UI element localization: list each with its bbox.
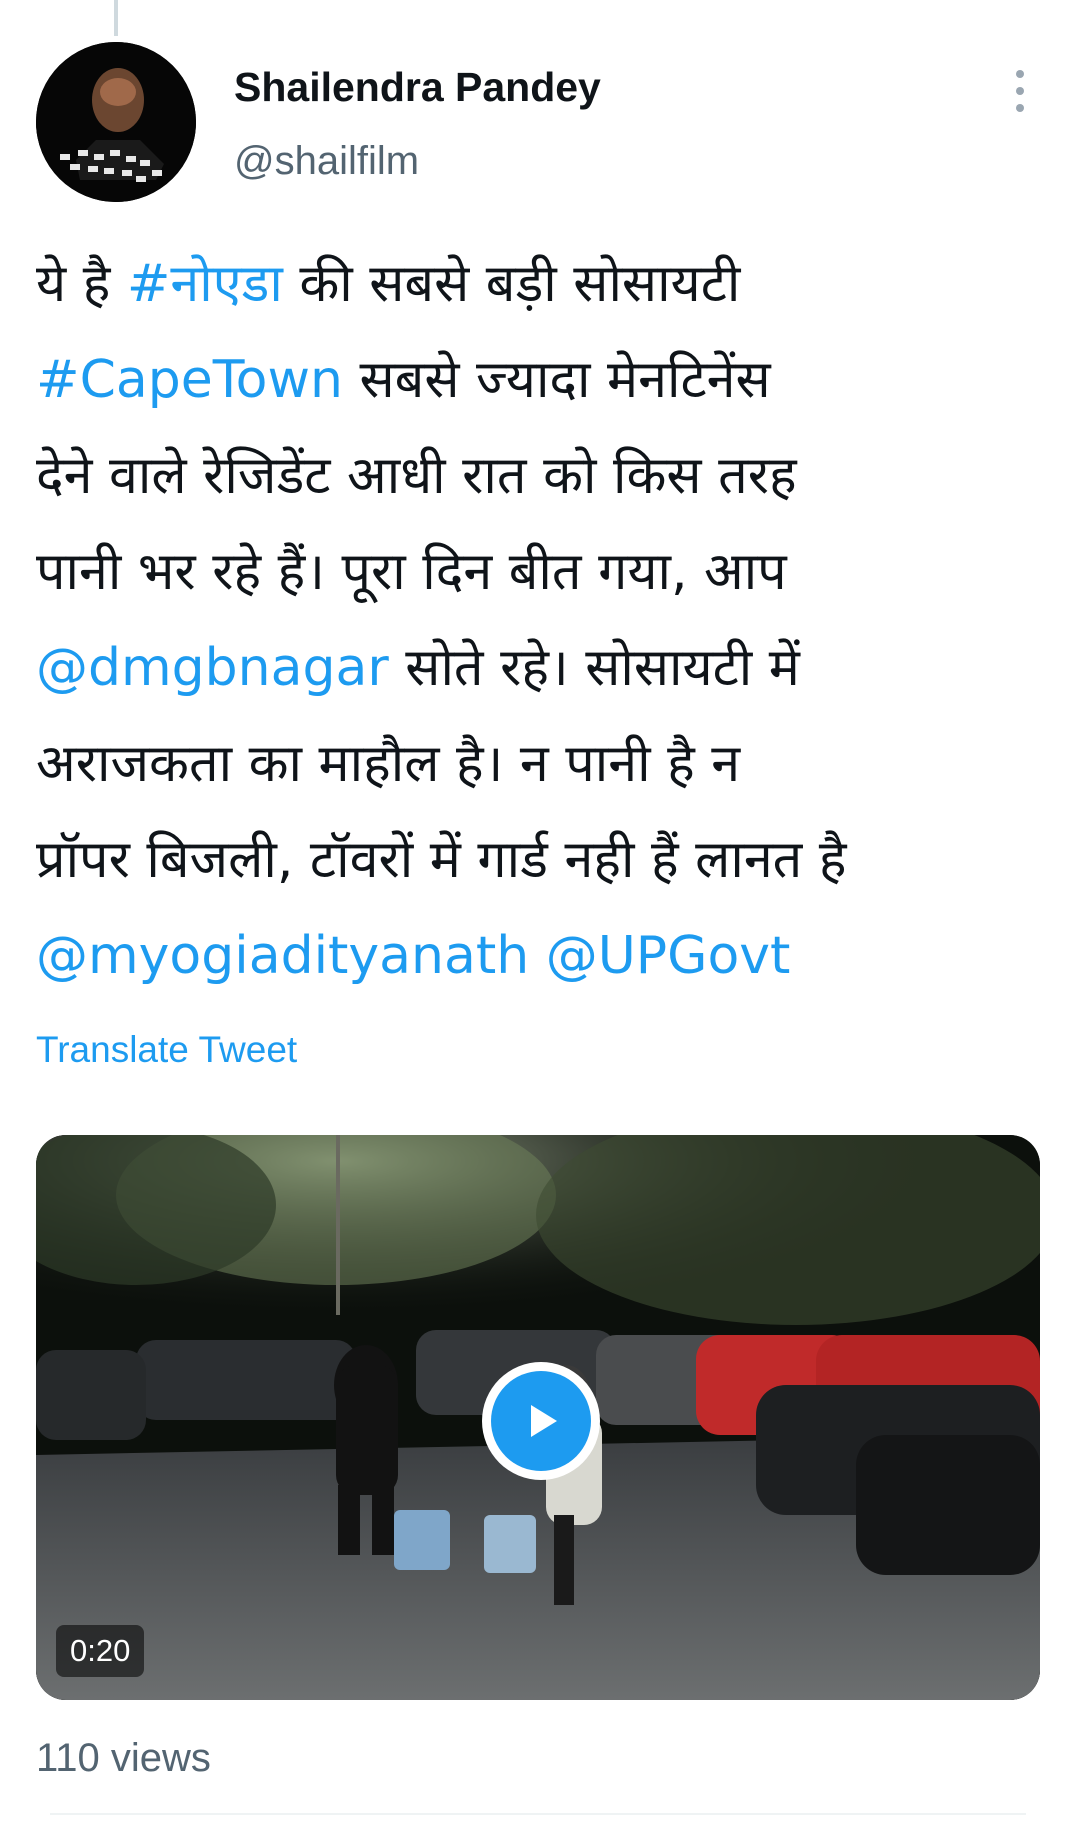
tweet-text-segment: अराजकता का माहौल है। न पानी है न (36, 734, 741, 794)
tweet-text-segment: देने वाले रेजिडेंट आधी रात को किस तरह (36, 446, 797, 506)
tweet-text-segment: प्रॉपर बिजली, टॉवरों में गार्ड नही हैं ल… (36, 830, 847, 890)
thread-connector-line (114, 0, 118, 36)
mention-link[interactable]: @myogiadityanath (36, 926, 529, 986)
hashtag-link[interactable]: #नोएडा (127, 254, 283, 314)
avatar-image (36, 42, 196, 202)
tweet-text-line: अराजकता का माहौल है। न पानी है न (36, 716, 1046, 812)
divider (50, 1813, 1026, 1815)
play-icon (491, 1371, 591, 1471)
more-dot-icon (1016, 70, 1024, 78)
author-display-name[interactable]: Shailendra Pandey (234, 62, 601, 112)
tweet-text-segment: की सबसे बड़ी सोसायटी (282, 254, 741, 314)
mention-link[interactable]: @dmgbnagar (36, 638, 389, 698)
hashtag-link[interactable]: #CapeTown (36, 350, 343, 410)
tweet-text-line: @dmgbnagar सोते रहे। सोसायटी में (36, 620, 1046, 716)
play-button[interactable] (482, 1362, 600, 1480)
tweet-text-segment: पानी भर रहे हैं। पूरा दिन बीत गया, आप (36, 542, 787, 602)
tweet-text-line: @myogiadityanath @UPGovt (36, 908, 1046, 1004)
video-player[interactable]: 0:20 (36, 1135, 1040, 1700)
tweet-text-segment (529, 926, 546, 986)
tweet-text-segment: ये है (36, 254, 127, 314)
tweet-text-segment: सबसे ज्यादा मेनटिनेंस (342, 350, 771, 410)
tweet-text-line: प्रॉपर बिजली, टॉवरों में गार्ड नही हैं ल… (36, 812, 1046, 908)
more-options-button[interactable] (996, 64, 1044, 118)
mention-link[interactable]: @UPGovt (546, 926, 791, 986)
avatar[interactable] (36, 42, 196, 202)
tweet-text-segment: सोते रहे। सोसायटी में (388, 638, 800, 698)
more-dot-icon (1016, 87, 1024, 95)
tweet-text-line: ये है #नोएडा की सबसे बड़ी सोसायटी (36, 236, 1046, 332)
author-handle[interactable]: @shailfilm (234, 136, 419, 186)
video-duration-badge: 0:20 (56, 1625, 145, 1677)
tweet-text-line: #CapeTown सबसे ज्यादा मेनटिनेंस (36, 332, 1046, 428)
more-dot-icon (1016, 104, 1024, 112)
tweet-text: ये है #नोएडा की सबसे बड़ी सोसायटी #CapeTo… (36, 236, 1046, 1004)
tweet-text-line: देने वाले रेजिडेंट आधी रात को किस तरह (36, 428, 1046, 524)
tweet-text-line: पानी भर रहे हैं। पूरा दिन बीत गया, आप (36, 524, 1046, 620)
translate-tweet-link[interactable]: Translate Tweet (36, 1027, 297, 1073)
view-count: 110 views (36, 1736, 211, 1780)
